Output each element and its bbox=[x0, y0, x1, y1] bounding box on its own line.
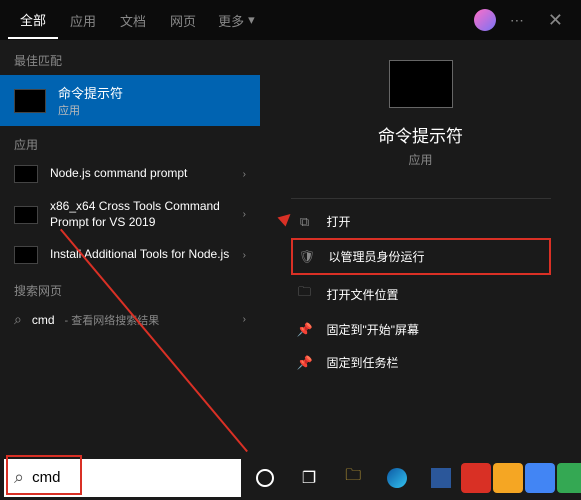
chevron-down-icon: ▾ bbox=[248, 12, 255, 28]
chevron-right-icon: › bbox=[243, 314, 246, 325]
section-best-match: 最佳匹配 bbox=[0, 48, 260, 73]
taskbar-search[interactable]: ⌕ bbox=[4, 459, 241, 497]
action-pin-taskbar[interactable]: 📌 固定到任务栏 bbox=[291, 346, 551, 379]
chevron-right-icon: › bbox=[243, 209, 246, 220]
edge-icon[interactable] bbox=[377, 458, 417, 498]
results-panel: 最佳匹配 命令提示符 应用 应用 Node.js command prompt … bbox=[0, 0, 260, 455]
chevron-right-icon: › bbox=[243, 250, 246, 261]
chevron-right-icon: › bbox=[243, 169, 246, 180]
tab-web[interactable]: 网页 bbox=[158, 3, 208, 38]
more-dots-icon[interactable]: ⋯ bbox=[502, 12, 532, 29]
task-view-icon[interactable]: ❐ bbox=[289, 458, 329, 498]
best-match-subtitle: 应用 bbox=[58, 102, 123, 118]
app-icon[interactable] bbox=[421, 458, 461, 498]
detail-panel: 命令提示符 应用 ⧉ 打开 🛡 以管理员身份运行 🗀 打开文件位置 📌 固定到"… bbox=[260, 0, 581, 455]
action-label: 以管理员身份运行 bbox=[329, 248, 425, 265]
cmd-icon bbox=[14, 246, 38, 264]
action-pin-start[interactable]: 📌 固定到"开始"屏幕 bbox=[291, 313, 551, 346]
explorer-icon[interactable]: 🗀 bbox=[333, 458, 373, 498]
tab-more[interactable]: 更多▾ bbox=[208, 3, 265, 38]
detail-app-icon bbox=[389, 60, 453, 108]
search-input[interactable] bbox=[32, 469, 231, 486]
search-icon: ⌕ bbox=[14, 467, 24, 488]
web-result-item[interactable]: ⌕ cmd - 查看网络搜索结果 › bbox=[0, 303, 260, 336]
tabs-bar: 全部 应用 文档 网页 更多▾ ⋯ ✕ bbox=[0, 0, 581, 40]
action-label: 打开 bbox=[327, 213, 351, 230]
copilot-icon[interactable] bbox=[474, 9, 496, 31]
cortana-icon[interactable] bbox=[245, 458, 285, 498]
app-name: x86_x64 Cross Tools Command Prompt for V… bbox=[50, 199, 231, 230]
close-icon[interactable]: ✕ bbox=[538, 10, 573, 31]
folder-icon: 🗀 bbox=[297, 283, 313, 305]
section-web: 搜索网页 bbox=[0, 278, 260, 303]
best-match-title: 命令提示符 bbox=[58, 83, 123, 102]
section-apps: 应用 bbox=[0, 132, 260, 157]
tray-icon[interactable] bbox=[461, 463, 491, 493]
search-icon: ⌕ bbox=[14, 311, 22, 328]
best-match-item[interactable]: 命令提示符 应用 bbox=[0, 75, 260, 126]
admin-icon: 🛡 bbox=[299, 249, 315, 265]
action-open[interactable]: ⧉ 打开 bbox=[291, 205, 551, 238]
open-icon: ⧉ bbox=[297, 214, 313, 230]
action-run-as-admin[interactable]: 🛡 以管理员身份运行 bbox=[291, 238, 551, 275]
taskbar: ⌕ ❐ 🗀 bbox=[0, 455, 581, 500]
web-hint: - 查看网络搜索结果 bbox=[65, 312, 160, 328]
action-label: 固定到任务栏 bbox=[327, 354, 399, 371]
app-name: Node.js command prompt bbox=[50, 166, 187, 182]
web-query: cmd bbox=[32, 313, 55, 327]
pin-icon: 📌 bbox=[297, 355, 313, 371]
tab-apps[interactable]: 应用 bbox=[58, 3, 108, 38]
action-label: 打开文件位置 bbox=[327, 286, 399, 303]
detail-subtitle: 应用 bbox=[408, 151, 432, 168]
tray-icon[interactable] bbox=[493, 463, 523, 493]
action-label: 固定到"开始"屏幕 bbox=[327, 321, 420, 338]
tab-all[interactable]: 全部 bbox=[8, 2, 58, 39]
action-open-file-location[interactable]: 🗀 打开文件位置 bbox=[291, 275, 551, 313]
cmd-icon bbox=[14, 206, 38, 224]
tray-icon[interactable] bbox=[525, 463, 555, 493]
pin-icon: 📌 bbox=[297, 322, 313, 338]
tray-icon[interactable] bbox=[557, 463, 581, 493]
detail-title: 命令提示符 bbox=[378, 122, 463, 147]
app-result-item[interactable]: x86_x64 Cross Tools Command Prompt for V… bbox=[0, 191, 260, 238]
divider bbox=[291, 198, 551, 199]
app-result-item[interactable]: Install Additional Tools for Node.js › bbox=[0, 238, 260, 272]
tab-docs[interactable]: 文档 bbox=[108, 3, 158, 38]
cmd-icon bbox=[14, 89, 46, 113]
cmd-icon bbox=[14, 165, 38, 183]
app-result-item[interactable]: Node.js command prompt › bbox=[0, 157, 260, 191]
